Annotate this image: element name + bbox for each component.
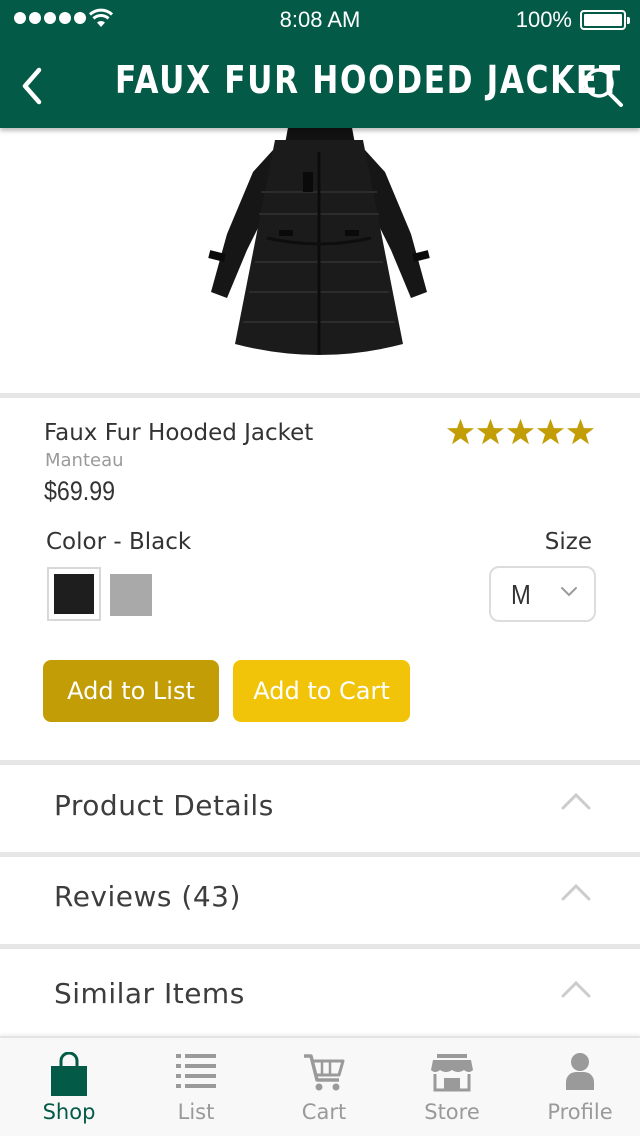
chevron-up-icon bbox=[561, 883, 591, 901]
chevron-down-icon bbox=[561, 587, 577, 597]
chevron-left-icon bbox=[22, 67, 42, 105]
add-to-cart-button[interactable]: Add to Cart bbox=[233, 660, 410, 722]
product-price: $69.99 bbox=[44, 476, 116, 506]
store-icon bbox=[431, 1054, 473, 1092]
divider bbox=[0, 944, 640, 949]
search-button[interactable] bbox=[578, 62, 628, 112]
accordion-label: Similar Items bbox=[54, 977, 245, 1010]
color-label: Color - Black bbox=[46, 529, 192, 555]
star-icon bbox=[506, 418, 535, 445]
tab-label: Profile bbox=[547, 1100, 613, 1124]
star-icon bbox=[536, 418, 565, 445]
accordion-label: Reviews (43) bbox=[54, 880, 241, 913]
size-value: M bbox=[511, 579, 531, 610]
color-swatch-gray[interactable] bbox=[110, 574, 152, 616]
accordion-label: Product Details bbox=[54, 789, 274, 822]
accordion-product-details[interactable]: Product Details bbox=[0, 765, 640, 851]
cart-icon bbox=[304, 1054, 345, 1091]
back-button[interactable] bbox=[12, 60, 52, 112]
tab-label: Shop bbox=[42, 1100, 96, 1124]
list-icon bbox=[176, 1054, 216, 1088]
battery-percent: 100% bbox=[515, 7, 572, 32]
tab-profile[interactable]: Profile bbox=[516, 1038, 640, 1136]
product-image[interactable] bbox=[0, 128, 640, 393]
size-select[interactable]: M bbox=[489, 566, 596, 622]
bag-icon bbox=[51, 1052, 87, 1096]
star-icon bbox=[446, 418, 475, 445]
page-title: FAUX FUR HOODED JACKET bbox=[115, 58, 622, 102]
tab-bar: Shop List Cart Store Profile bbox=[0, 1036, 640, 1136]
tab-store[interactable]: Store bbox=[388, 1038, 516, 1136]
swatch-fill bbox=[54, 574, 94, 614]
jacket-image bbox=[208, 128, 430, 355]
tab-label: Store bbox=[424, 1100, 480, 1124]
accordion-reviews[interactable]: Reviews (43) bbox=[0, 856, 640, 942]
top-bar: 8:08 AM 100% FAUX FUR HOODED JACKET bbox=[0, 0, 640, 128]
tab-cart[interactable]: Cart bbox=[260, 1038, 388, 1136]
tab-label: List bbox=[177, 1100, 215, 1124]
person-icon bbox=[566, 1053, 594, 1090]
add-to-list-button[interactable]: Add to List bbox=[43, 660, 219, 722]
battery-icon bbox=[580, 10, 630, 30]
status-bar: 8:08 AM 100% bbox=[0, 0, 640, 40]
product-name: Faux Fur Hooded Jacket bbox=[44, 420, 314, 446]
color-swatch-black[interactable] bbox=[47, 567, 101, 621]
product-brand: Manteau bbox=[45, 450, 124, 471]
chevron-up-icon bbox=[561, 792, 591, 810]
search-icon bbox=[584, 68, 623, 107]
size-label: Size bbox=[544, 529, 592, 555]
star-icon bbox=[476, 418, 505, 445]
tab-list[interactable]: List bbox=[132, 1038, 260, 1136]
star-icon bbox=[566, 418, 595, 445]
tab-label: Cart bbox=[301, 1100, 347, 1124]
rating-stars[interactable] bbox=[446, 418, 595, 446]
tab-shop[interactable]: Shop bbox=[5, 1038, 133, 1136]
accordion-similar-items[interactable]: Similar Items bbox=[0, 953, 640, 1039]
chevron-up-icon bbox=[561, 980, 591, 998]
divider bbox=[0, 393, 640, 398]
